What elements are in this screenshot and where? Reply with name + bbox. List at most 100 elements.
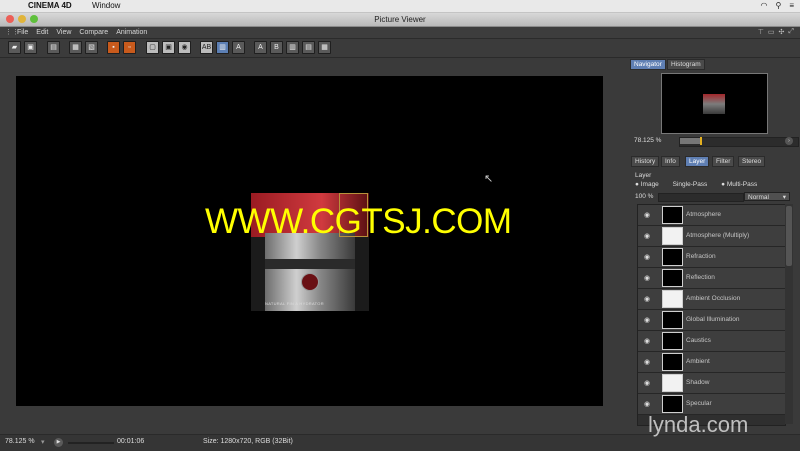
view-2-icon[interactable]: ▣	[162, 41, 175, 54]
eye-icon[interactable]: ◉	[644, 358, 650, 366]
render-active-icon[interactable]: ▫	[123, 41, 136, 54]
search-icon[interactable]: ⚲	[775, 1, 781, 10]
layer-row[interactable]: ◉ Atmosphere	[638, 205, 785, 226]
radio-single-pass[interactable]: Single-Pass	[673, 181, 714, 188]
blend-mode-select[interactable]: Normal ▾	[744, 192, 790, 201]
eye-icon[interactable]: ◉	[644, 379, 650, 387]
layer-row[interactable]: ◉ Caustics	[638, 331, 785, 352]
blend-mode-value: Normal	[748, 194, 769, 201]
layer-thumbnail	[662, 269, 683, 287]
mac-menubar: CINEMA 4D Window ◠ ⚲ ≡	[0, 0, 800, 13]
layer-thumbnail	[662, 395, 683, 413]
tab-histogram[interactable]: Histogram	[667, 59, 705, 70]
ab-horizontal-icon[interactable]: ▤	[302, 41, 315, 54]
layout-icons: ⊤ ▭ ✣ ⤢	[758, 28, 794, 36]
app-menubar: ⋮⋮ File Edit View Compare Animation ⊤ ▭ …	[0, 27, 800, 39]
menu-compare[interactable]: Compare	[79, 27, 108, 38]
navigator-zoom-value[interactable]: 78.125 %	[634, 137, 661, 144]
menu-animation[interactable]: Animation	[116, 27, 147, 38]
ab-diff-icon[interactable]: ▦	[318, 41, 331, 54]
render-label: NATURAL FIN A HYDRATOR	[265, 301, 324, 306]
tab-info[interactable]: Info	[661, 156, 680, 167]
layer-list-scrollbar[interactable]	[785, 204, 793, 424]
layer-row[interactable]: ◉ Refraction	[638, 247, 785, 268]
tab-filter[interactable]: Filter	[712, 156, 735, 167]
play-icon[interactable]: ▶	[54, 438, 63, 447]
status-zoom[interactable]: 78.125 %	[5, 438, 35, 445]
eye-icon[interactable]: ◉	[644, 232, 650, 240]
ab-vertical-icon[interactable]: ▥	[286, 41, 299, 54]
layer-opacity-slider[interactable]	[658, 193, 744, 202]
layer-row[interactable]: ◉ Global Illumination	[638, 310, 785, 331]
chevron-down-icon[interactable]: ▾	[41, 438, 45, 446]
open-file-icon[interactable]: ▰	[8, 41, 21, 54]
navigator-arrow-icon[interactable]: ›	[785, 137, 793, 145]
app-menu-name[interactable]: CINEMA 4D	[28, 0, 72, 12]
eye-icon[interactable]: ◉	[644, 337, 650, 345]
layer-thumbnail	[662, 353, 683, 371]
radio-multi-pass-label: Multi-Pass	[726, 181, 758, 188]
expand-icon[interactable]: ⤢	[788, 28, 794, 36]
move-icon[interactable]: ✣	[779, 28, 785, 36]
menu-edit[interactable]: Edit	[36, 27, 48, 38]
eye-icon[interactable]: ◉	[644, 316, 650, 324]
navigator-zoom-fill	[680, 138, 701, 144]
site-watermark: WWW.CGTSJ.COM	[205, 202, 512, 241]
navigator-zoom-handle[interactable]	[700, 137, 702, 145]
timecode: 00:01:06	[117, 438, 145, 445]
layer-thumbnail	[662, 248, 683, 266]
layer-heading: Layer	[635, 172, 652, 179]
window-menu[interactable]: Window	[92, 0, 120, 12]
eye-icon[interactable]: ◉	[644, 295, 650, 303]
eye-icon[interactable]: ◉	[644, 253, 650, 261]
view-1-icon[interactable]: ▢	[146, 41, 159, 54]
window-titlebar: Picture Viewer	[0, 13, 800, 27]
split-icon[interactable]: ▥	[216, 41, 229, 54]
menubar-status-icons: ◠ ⚲ ≡	[760, 1, 794, 10]
mouse-cursor-icon: ↖	[484, 173, 494, 185]
layer-thumbnail	[662, 206, 683, 224]
radio-multi-pass[interactable]: ● Multi-Pass	[721, 181, 763, 188]
layer-row[interactable]: ◉ Atmosphere (Multiply)	[638, 226, 785, 247]
set-a-icon[interactable]: A	[254, 41, 267, 54]
tab-history[interactable]: History	[631, 156, 660, 167]
render-logo	[301, 273, 319, 291]
set-b-icon[interactable]: B	[270, 41, 283, 54]
eye-icon[interactable]: ◉	[644, 400, 650, 408]
ab-swap-icon[interactable]: A	[232, 41, 245, 54]
window-title: Picture Viewer	[374, 15, 426, 24]
save-icon[interactable]: ▣	[24, 41, 37, 54]
view-settings-icon[interactable]: ◉	[178, 41, 191, 54]
film-icon[interactable]: ▤	[47, 41, 60, 54]
wifi-icon[interactable]: ◠	[760, 1, 767, 10]
restore-icon[interactable]: ▭	[768, 28, 775, 36]
timeline-track[interactable]	[68, 442, 114, 444]
layer-name: Refraction	[686, 253, 716, 260]
pin-icon[interactable]: ⊤	[758, 28, 764, 36]
menu-file[interactable]: File	[17, 27, 28, 38]
layer-name: Ambient Occlusion	[686, 295, 741, 302]
ab-compare-icon[interactable]: AB	[200, 41, 213, 54]
tab-navigator[interactable]: Navigator	[630, 59, 666, 70]
layer-row[interactable]: ◉ Ambient Occlusion	[638, 289, 785, 310]
layer-row[interactable]: ◉ Shadow	[638, 373, 785, 394]
lynda-logo: lynda.com	[648, 412, 749, 437]
eye-icon[interactable]: ◉	[644, 274, 650, 282]
layer-mode-radios: ● Image Single-Pass ● Multi-Pass	[635, 181, 769, 188]
tab-layer[interactable]: Layer	[685, 156, 710, 167]
radio-image[interactable]: ● Image	[635, 181, 665, 188]
eye-icon[interactable]: ◉	[644, 211, 650, 219]
tab-stereo[interactable]: Stereo	[738, 156, 766, 167]
layer-opacity-value[interactable]: 100 %	[635, 193, 653, 200]
layer-row[interactable]: ◉ Reflection	[638, 268, 785, 289]
menu-view[interactable]: View	[56, 27, 71, 38]
render-region-icon[interactable]: ▪	[107, 41, 120, 54]
list-icon[interactable]: ≡	[789, 1, 794, 10]
layer-row[interactable]: ◉ Ambient	[638, 352, 785, 373]
navigator-thumbnail	[703, 94, 725, 114]
frame-icon[interactable]: ▦	[69, 41, 82, 54]
scrollbar-handle[interactable]	[786, 206, 792, 266]
layer-thumbnail	[662, 374, 683, 392]
navigator-zoom-slider[interactable]	[679, 137, 799, 147]
frame-export-icon[interactable]: ▧	[85, 41, 98, 54]
